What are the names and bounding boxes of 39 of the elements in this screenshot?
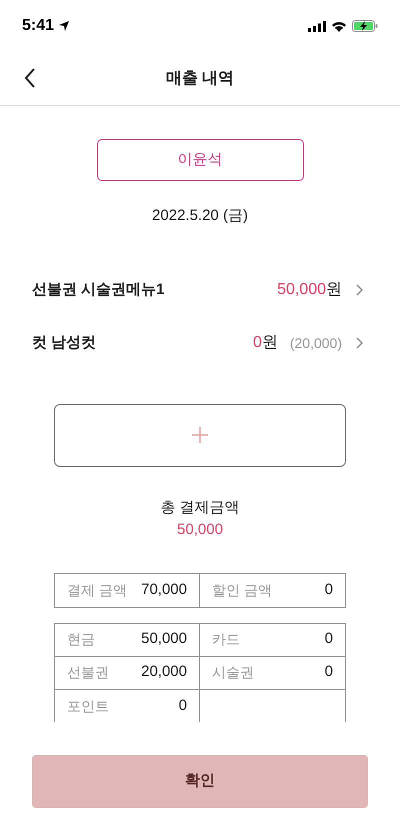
back-chevron-icon <box>24 68 36 88</box>
cell-value: 0 <box>178 696 187 716</box>
item-amount: 0 <box>252 333 262 353</box>
page-title: 매출 내역 <box>166 68 234 88</box>
location-arrow-icon <box>58 20 70 32</box>
cell-label: 카드 <box>212 630 240 649</box>
status-time: 5:41 <box>22 16 54 36</box>
wifi-icon <box>331 20 347 32</box>
cell-value: 20,000 <box>141 662 187 682</box>
cell-value: 0 <box>324 629 333 650</box>
chevron-right-icon <box>356 337 364 349</box>
confirm-button[interactable]: 확인 <box>32 754 368 808</box>
cell-value: 0 <box>324 580 333 600</box>
cell-value: 50,000 <box>141 629 187 650</box>
item-name: 컷 남성컷 <box>32 332 98 353</box>
item-unit: 원 <box>326 280 342 300</box>
battery-charging-icon <box>352 20 378 32</box>
cell-value: 0 <box>324 662 333 682</box>
total-amount: 50,000 <box>177 520 223 540</box>
cell-label: 할인 금액 <box>212 580 272 600</box>
item-name: 선불권 시술권메뉴1 <box>32 280 166 300</box>
cell-label: 선불권 <box>67 663 109 682</box>
add-button[interactable] <box>54 404 346 466</box>
menu-item-row[interactable]: 선불권 시술권메뉴1 50,000원 <box>0 264 400 316</box>
cell-label: 현금 <box>67 630 95 649</box>
customer-button[interactable]: 이윤석 <box>96 139 304 181</box>
plus-icon <box>191 426 209 444</box>
signal-icon <box>308 20 326 32</box>
total-label: 총 결제금액 <box>160 498 240 518</box>
cell-label: 시술권 <box>212 663 254 682</box>
cell-label: 결제 금액 <box>67 580 127 600</box>
item-amount: 50,000 <box>277 280 326 300</box>
item-unit: 원 <box>262 333 278 353</box>
menu-item-row[interactable]: 컷 남성컷 0원 (20,000) <box>0 316 400 370</box>
item-original-price: (20,000) <box>290 334 342 353</box>
chevron-right-icon <box>356 284 364 296</box>
cell-label: 포인트 <box>67 696 109 716</box>
cell-value: 70,000 <box>141 580 187 600</box>
date-text: 2022.5.20 (금) <box>152 206 248 226</box>
